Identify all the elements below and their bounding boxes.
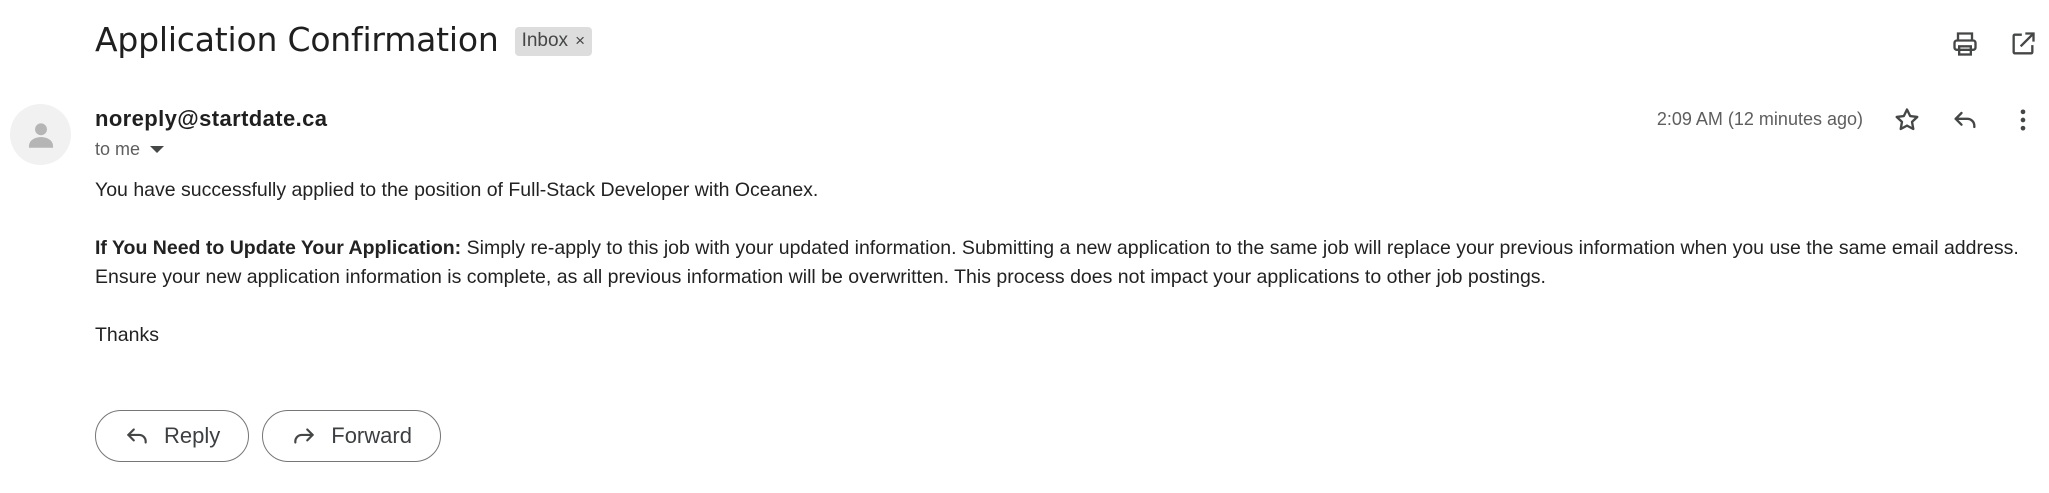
body-paragraph-2: If You Need to Update Your Application: … xyxy=(95,234,2040,292)
person-icon xyxy=(28,122,53,148)
body-signoff: Thanks xyxy=(95,324,159,346)
update-heading: If You Need to Update Your Application: xyxy=(95,237,462,259)
recipient-details-toggle[interactable]: to me xyxy=(95,139,165,160)
forward-button-label: Forward xyxy=(331,423,412,448)
forward-icon xyxy=(294,428,314,444)
reply-icon xyxy=(127,428,147,444)
chevron-down-icon xyxy=(150,146,165,153)
email-view: Application Confirmation Inbox × noreply… xyxy=(0,0,2049,493)
reply-button[interactable]: Reply xyxy=(95,410,250,462)
remove-label-icon[interactable]: × xyxy=(575,31,585,51)
thread-actions xyxy=(1947,26,2041,62)
reply-button-label: Reply xyxy=(164,423,221,448)
more-vert-icon[interactable] xyxy=(2005,102,2041,138)
recipient-label: to me xyxy=(95,139,141,159)
reply-forward-bar: Reply Forward xyxy=(95,410,441,462)
message-timestamp: 2:09 AM (12 minutes ago) xyxy=(1656,109,1863,129)
print-icon[interactable] xyxy=(1947,26,1983,62)
star-icon[interactable] xyxy=(1889,102,1925,138)
body-paragraph-1: You have successfully applied to the pos… xyxy=(95,179,819,201)
inbox-label-chip[interactable]: Inbox × xyxy=(514,27,592,56)
email-subject: Application Confirmation xyxy=(95,20,499,59)
label-text: Inbox xyxy=(521,30,569,51)
open-in-new-window-icon[interactable] xyxy=(2005,26,2041,62)
message-body: You have successfully applied to the pos… xyxy=(95,176,2040,379)
reply-icon[interactable] xyxy=(1947,102,1983,138)
avatar[interactable] xyxy=(10,104,71,165)
sender-address[interactable]: noreply@startdate.ca xyxy=(95,106,327,132)
subject-row: Application Confirmation Inbox × xyxy=(95,20,592,59)
forward-button[interactable]: Forward xyxy=(262,410,441,462)
message-actions xyxy=(1889,102,2041,138)
